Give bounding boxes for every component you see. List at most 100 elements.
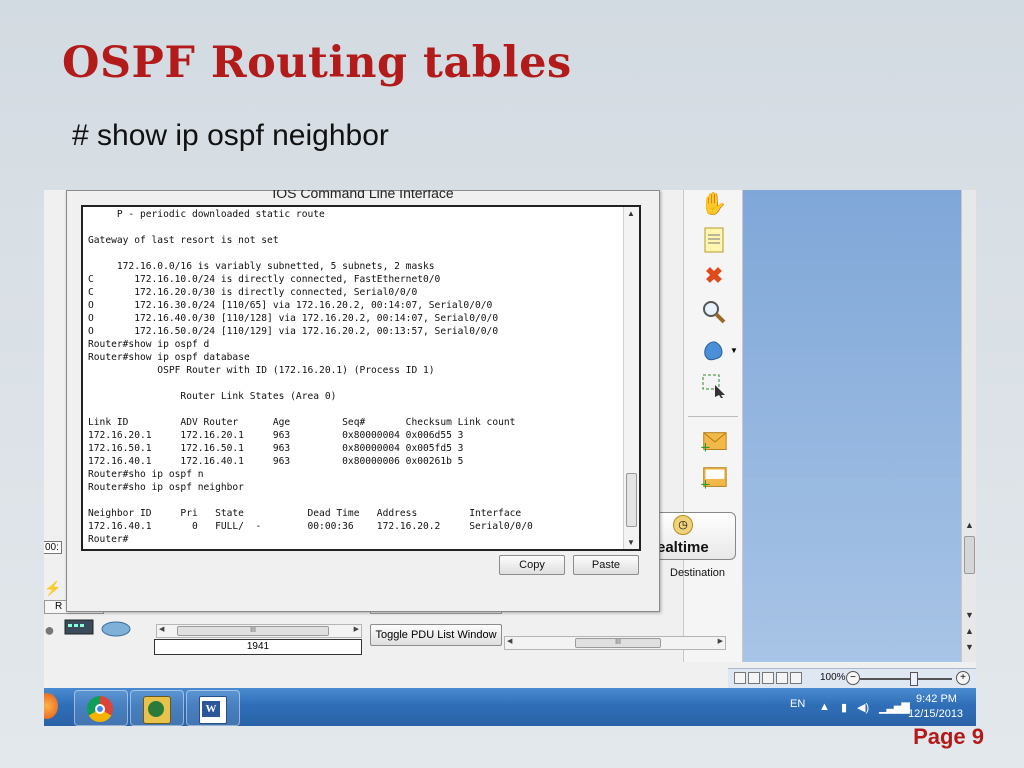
- cli-line: Router#show ip ospf d: [88, 339, 210, 350]
- slide-title: OSPF Routing tables: [62, 38, 572, 88]
- note-icon[interactable]: [700, 226, 728, 254]
- cli-line: [88, 494, 533, 507]
- logical-workspace-canvas[interactable]: [741, 190, 976, 662]
- select-area-icon[interactable]: [700, 372, 728, 400]
- cli-line: Router#: [88, 534, 129, 545]
- device-list-scrollbar[interactable]: ◀ III ▶: [156, 624, 362, 638]
- cli-line: Router#sho ip ospf n: [88, 469, 204, 480]
- shape-icon[interactable]: [700, 336, 728, 364]
- clock-date[interactable]: 12/15/2013: [908, 708, 963, 720]
- shape-dropdown-icon[interactable]: ▼: [730, 346, 738, 355]
- scroll-thumb[interactable]: III: [177, 626, 329, 636]
- cli-line: 172.16.40.1 0 FULL/ - 00:00:36 172.16.20…: [88, 521, 533, 532]
- vertical-scrollbar[interactable]: ▲ ▼ ▲ ▼: [961, 190, 976, 662]
- page-down-icon[interactable]: ▼: [965, 642, 974, 652]
- scroll-right-icon[interactable]: ▶: [718, 637, 723, 645]
- cli-line: [88, 221, 533, 234]
- screenshot-area: ▲ ▼ ▲ ▼ ✋ ✖ ▼ + + ◷ ealtime Destination …: [44, 190, 976, 726]
- toggle-pdu-list-button[interactable]: Toggle PDU List Window: [370, 624, 502, 646]
- clock-icon: ◷: [673, 515, 693, 535]
- cloud-device-icon[interactable]: [100, 618, 132, 643]
- packet-tracer-taskbar-button[interactable]: [130, 690, 184, 726]
- destination-column-header: Destination: [670, 567, 726, 579]
- scroll-down-icon[interactable]: ▼: [965, 610, 974, 620]
- chrome-icon: [87, 696, 113, 722]
- windows-taskbar: W EN ▲ ▮ ◀) ▁▃▅▇ 9:42 PM 12/15/2013: [44, 688, 976, 726]
- zoom-in-icon[interactable]: +: [956, 671, 970, 685]
- language-indicator[interactable]: EN: [790, 698, 805, 710]
- connections-icon[interactable]: ⚡: [44, 580, 66, 596]
- zoom-slider-track[interactable]: [860, 678, 952, 680]
- simple-pdu-icon[interactable]: +: [700, 428, 728, 456]
- cli-window-title: IOS Command Line Interface: [272, 190, 454, 201]
- cli-line: O 172.16.40.0/30 [110/128] via 172.16.20…: [88, 313, 499, 324]
- magnifier-icon[interactable]: [700, 298, 728, 326]
- volume-icon[interactable]: ◀): [857, 701, 869, 714]
- scroll-thumb[interactable]: [964, 536, 975, 574]
- cli-scrollbar[interactable]: ▲ ▼: [623, 207, 639, 549]
- complex-pdu-icon[interactable]: +: [700, 464, 728, 492]
- svg-text:+: +: [700, 440, 711, 454]
- scroll-up-icon[interactable]: ▲: [965, 520, 974, 530]
- packet-tracer-icon: [143, 696, 171, 724]
- zoom-slider-thumb[interactable]: [910, 672, 918, 686]
- scroll-down-icon[interactable]: ▼: [627, 538, 635, 547]
- switch-device-icon[interactable]: [64, 616, 94, 643]
- scroll-left-icon[interactable]: ◀: [159, 625, 164, 633]
- cli-output: P - periodic downloaded static route Gate…: [88, 208, 533, 546]
- device-tab-label: R: [55, 601, 63, 612]
- cli-line: Router#sho ip ospf neighbor: [88, 482, 244, 493]
- cli-line: OSPF Router with ID (172.16.20.1) (Proce…: [88, 365, 435, 376]
- clock-time[interactable]: 9:42 PM: [916, 693, 957, 705]
- battery-icon[interactable]: ▮: [841, 701, 847, 714]
- word-icon: W: [199, 696, 227, 724]
- cli-line: 172.16.20.1 172.16.20.1 963 0x80000004 0…: [88, 430, 464, 441]
- outline-icon[interactable]: [776, 672, 788, 684]
- scroll-left-icon[interactable]: ◀: [507, 637, 512, 645]
- cli-line: P - periodic downloaded static route: [88, 209, 325, 220]
- cli-line: C 172.16.10.0/24 is directly connected, …: [88, 274, 441, 285]
- hand-icon[interactable]: ✋: [700, 190, 728, 218]
- pdu-list-scrollbar[interactable]: ◀ III ▶: [504, 636, 726, 650]
- signal-icon[interactable]: ▁▃▅▇: [879, 701, 910, 714]
- cli-line: [88, 403, 533, 416]
- firefox-icon[interactable]: [44, 693, 58, 719]
- scroll-right-icon[interactable]: ▶: [354, 625, 359, 633]
- slide-subtitle: # show ip ospf neighbor: [72, 119, 389, 152]
- time-display-fragment: 00:: [44, 541, 62, 554]
- end-device-icon[interactable]: ●: [44, 620, 55, 641]
- common-tools-bar: ✋ ✖ ▼ + +: [683, 190, 743, 662]
- cli-window: IOS Command Line Interface P - periodic …: [66, 190, 660, 612]
- full-screen-reading-icon[interactable]: [748, 672, 760, 684]
- cli-line: Router#show ip ospf database: [88, 352, 250, 363]
- cli-line: 172.16.50.1 172.16.50.1 963 0x80000004 0…: [88, 443, 464, 454]
- scroll-thumb[interactable]: III: [575, 638, 661, 648]
- word-status-bar: 100% − +: [728, 668, 976, 689]
- page-up-icon[interactable]: ▲: [965, 626, 974, 636]
- cli-terminal[interactable]: P - periodic downloaded static route Gate…: [81, 205, 641, 551]
- chrome-taskbar-button[interactable]: [74, 690, 128, 726]
- cli-line: O 172.16.30.0/24 [110/65] via 172.16.20.…: [88, 300, 493, 311]
- device-model-field: 1941: [154, 639, 362, 655]
- toolbar-divider: [688, 416, 738, 417]
- paste-button[interactable]: Paste: [573, 555, 639, 575]
- show-hidden-icons-icon[interactable]: ▲: [819, 701, 830, 713]
- print-layout-icon[interactable]: [734, 672, 746, 684]
- cli-line: [88, 377, 533, 390]
- cli-line: [88, 247, 533, 260]
- svg-text:+: +: [700, 477, 711, 491]
- word-taskbar-button[interactable]: W: [186, 690, 240, 726]
- zoom-level[interactable]: 100%: [820, 672, 846, 683]
- realtime-mode-button[interactable]: ◷ ealtime: [650, 512, 736, 560]
- cli-line: 172.16.0.0/16 is variably subnetted, 5 s…: [88, 261, 435, 272]
- cli-line: C 172.16.20.0/30 is directly connected, …: [88, 287, 418, 298]
- copy-button[interactable]: Copy: [499, 555, 565, 575]
- web-layout-icon[interactable]: [762, 672, 774, 684]
- cli-line: 172.16.40.1 172.16.40.1 963 0x80000006 0…: [88, 456, 464, 467]
- cli-line: Router Link States (Area 0): [88, 391, 337, 402]
- draft-icon[interactable]: [790, 672, 802, 684]
- delete-icon[interactable]: ✖: [700, 262, 728, 290]
- zoom-out-icon[interactable]: −: [846, 671, 860, 685]
- scroll-thumb[interactable]: [626, 473, 637, 527]
- scroll-up-icon[interactable]: ▲: [627, 209, 635, 218]
